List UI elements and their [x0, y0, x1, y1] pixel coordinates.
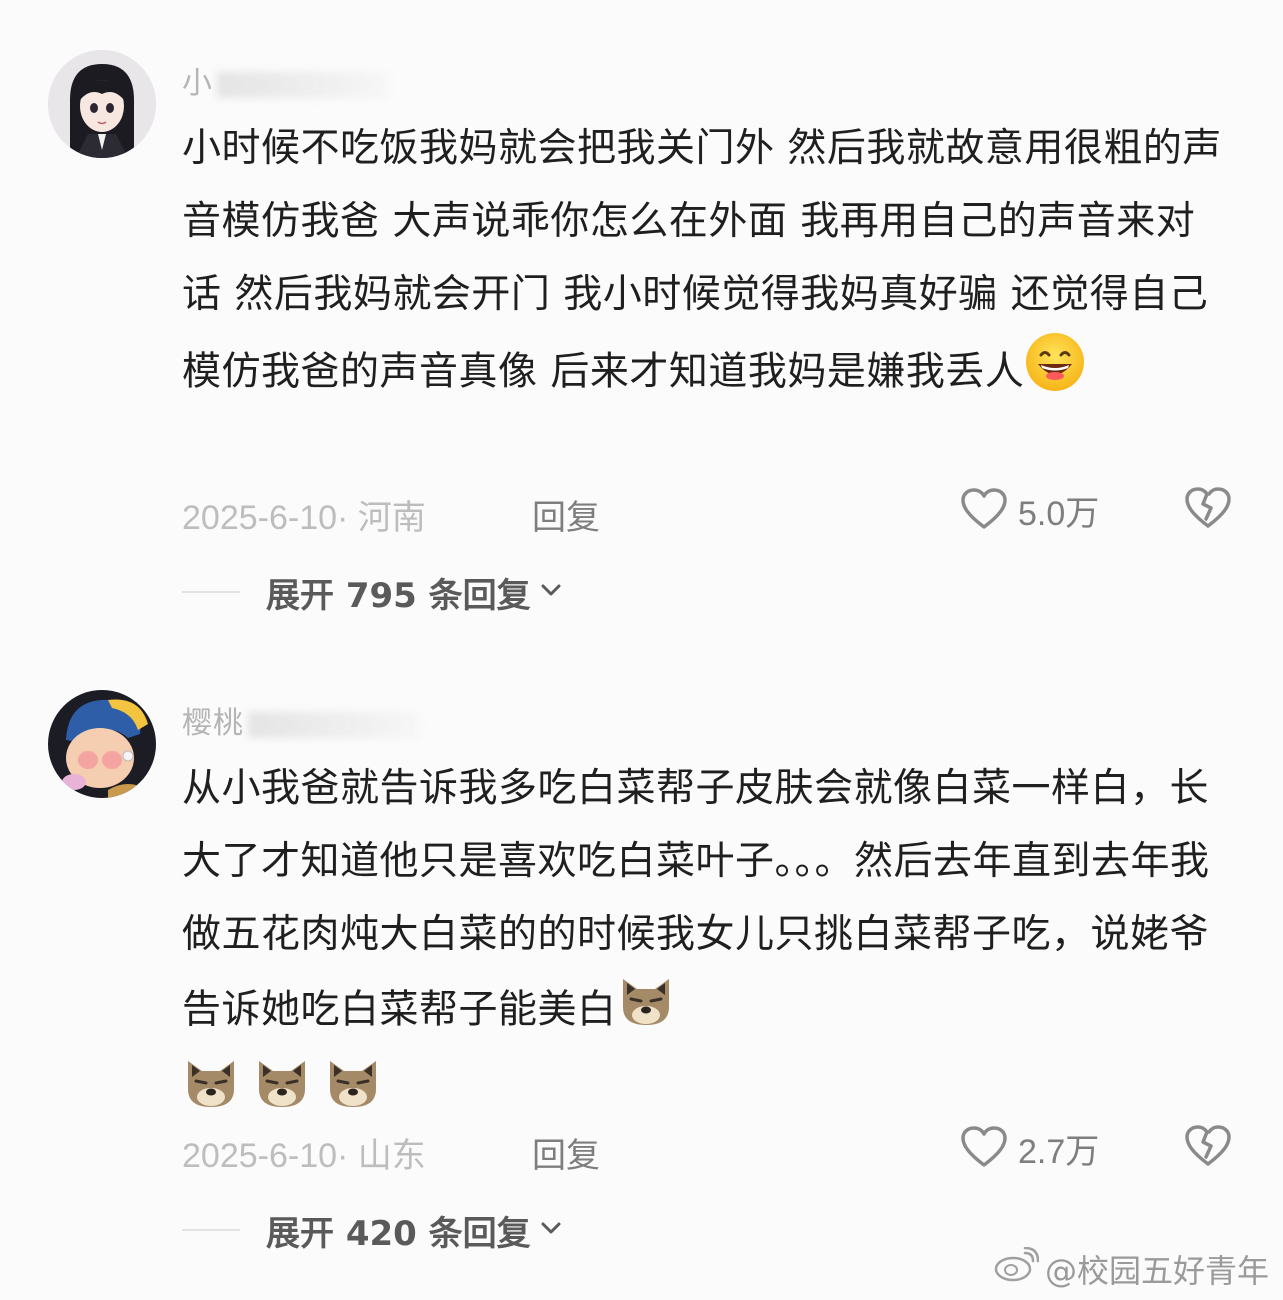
comment-text: 小时候不吃饭我妈就会把我关门外 然后我就故意用很粗的声音模仿我爸 大声说乖你怎么…: [182, 112, 1232, 417]
watermark: @校园五好青年: [993, 1246, 1269, 1292]
comment-body: 从小我爸就告诉我多吃白菜帮子皮肤会就像白菜一样白，长大了才知道他只是喜欢吃白菜叶…: [182, 766, 1210, 1033]
dog-face-icon: [617, 971, 675, 1053]
comment-item: 樱桃 从小我爸就告诉我多吃白菜帮子皮肤会就像白菜一样白，长大了才知道他只是喜欢吃…: [0, 640, 1283, 1300]
expand-replies-label: 展开 420 条回复: [266, 1213, 531, 1254]
reply-button[interactable]: 回复: [532, 490, 600, 539]
avatar[interactable]: [48, 690, 156, 798]
avatar[interactable]: [48, 50, 156, 158]
divider: [182, 1229, 240, 1231]
avatar-pearl-earring-image: [48, 690, 156, 798]
heart-icon: [960, 487, 1008, 535]
dog-face-icon: [324, 1053, 382, 1135]
expand-replies-label: 展开 795 条回复: [266, 575, 531, 616]
comment-item: 小 小时候不吃饭我妈就会把我关门外 然后我就故意用很粗的声音模仿我爸 大声说乖你…: [0, 0, 1283, 640]
username-text: 小: [182, 66, 213, 101]
reply-button[interactable]: 回复: [532, 1128, 600, 1177]
avatar-anime-girl-image: [48, 50, 156, 158]
chevron-down-icon: [539, 582, 563, 602]
comment-text: 从小我爸就告诉我多吃白菜帮子皮肤会就像白菜一样白，长大了才知道他只是喜欢吃白菜叶…: [182, 752, 1232, 1135]
weibo-logo-icon: [993, 1246, 1045, 1291]
heart-icon: [960, 1125, 1008, 1173]
watermark-text: @校园五好青年: [1044, 1252, 1269, 1290]
comment-meta: 2025-6-10· 山东 回复 2.7万: [182, 1125, 1242, 1178]
username-blur: [248, 711, 418, 738]
username-text: 樱桃: [182, 706, 244, 741]
comment-meta: 2025-6-10· 河南 回复 5.0万: [182, 487, 1242, 540]
dislike-button[interactable]: [1184, 1124, 1232, 1172]
like-button[interactable]: 5.0万: [960, 486, 1099, 535]
dislike-button[interactable]: [1184, 486, 1232, 534]
like-count: 2.7万: [1018, 1133, 1100, 1171]
username[interactable]: 樱桃: [182, 698, 418, 742]
dog-face-icon: [253, 1053, 311, 1135]
expand-replies-button[interactable]: 展开 795 条回复: [182, 570, 563, 616]
broken-heart-icon: [1184, 487, 1232, 534]
broken-heart-icon: [1184, 1125, 1232, 1172]
like-count: 5.0万: [1018, 495, 1100, 533]
date-location: 2025-6-10· 山东: [182, 1137, 426, 1175]
divider: [182, 591, 240, 593]
chevron-down-icon: [539, 1220, 563, 1240]
like-button[interactable]: 2.7万: [960, 1124, 1099, 1173]
date-location: 2025-6-10· 河南: [182, 499, 426, 537]
expand-replies-button[interactable]: 展开 420 条回复: [182, 1208, 563, 1254]
grinning-face-icon: [1024, 331, 1086, 417]
username[interactable]: 小: [182, 58, 387, 102]
username-blur: [217, 71, 387, 98]
dog-face-icon: [182, 1053, 240, 1135]
